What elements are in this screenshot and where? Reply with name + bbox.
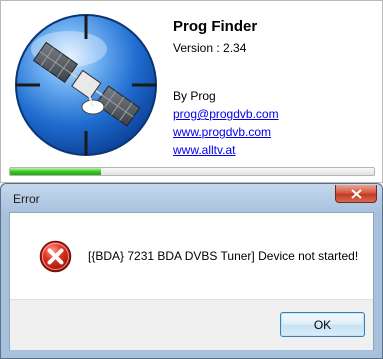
close-button[interactable] [335,185,377,203]
progress-fill [10,168,101,175]
error-x-icon [39,240,72,273]
dialog-titlebar[interactable]: Error [1,184,382,212]
error-message: [{BDA} 7231 BDA DVBS Tuner] Device not s… [88,249,359,263]
ok-button[interactable]: OK [280,312,365,337]
prog-finder-window: Prog Finder Version : 2.34 By Prog prog@… [0,0,383,183]
progress-bar [9,167,375,176]
alltv-website-link[interactable]: www.alltv.at [173,143,235,157]
dialog-title: Error [13,192,40,206]
app-version: Version : 2.34 [173,41,247,55]
app-title: Prog Finder [173,18,258,35]
author-line: By Prog [173,89,216,103]
dialog-body: [{BDA} 7231 BDA DVBS Tuner] Device not s… [9,212,374,350]
close-icon [351,189,362,199]
screen: Prog Finder Version : 2.34 By Prog prog@… [0,0,383,359]
progdvb-website-link[interactable]: www.progdvb.com [173,125,271,139]
email-link[interactable]: prog@progdvb.com [173,107,279,121]
dialog-footer: OK [10,299,373,350]
satellite-globe-icon [9,9,163,161]
error-dialog: Error [{BDA} 7231 BDA DVBS Tuner] Device… [0,183,383,359]
